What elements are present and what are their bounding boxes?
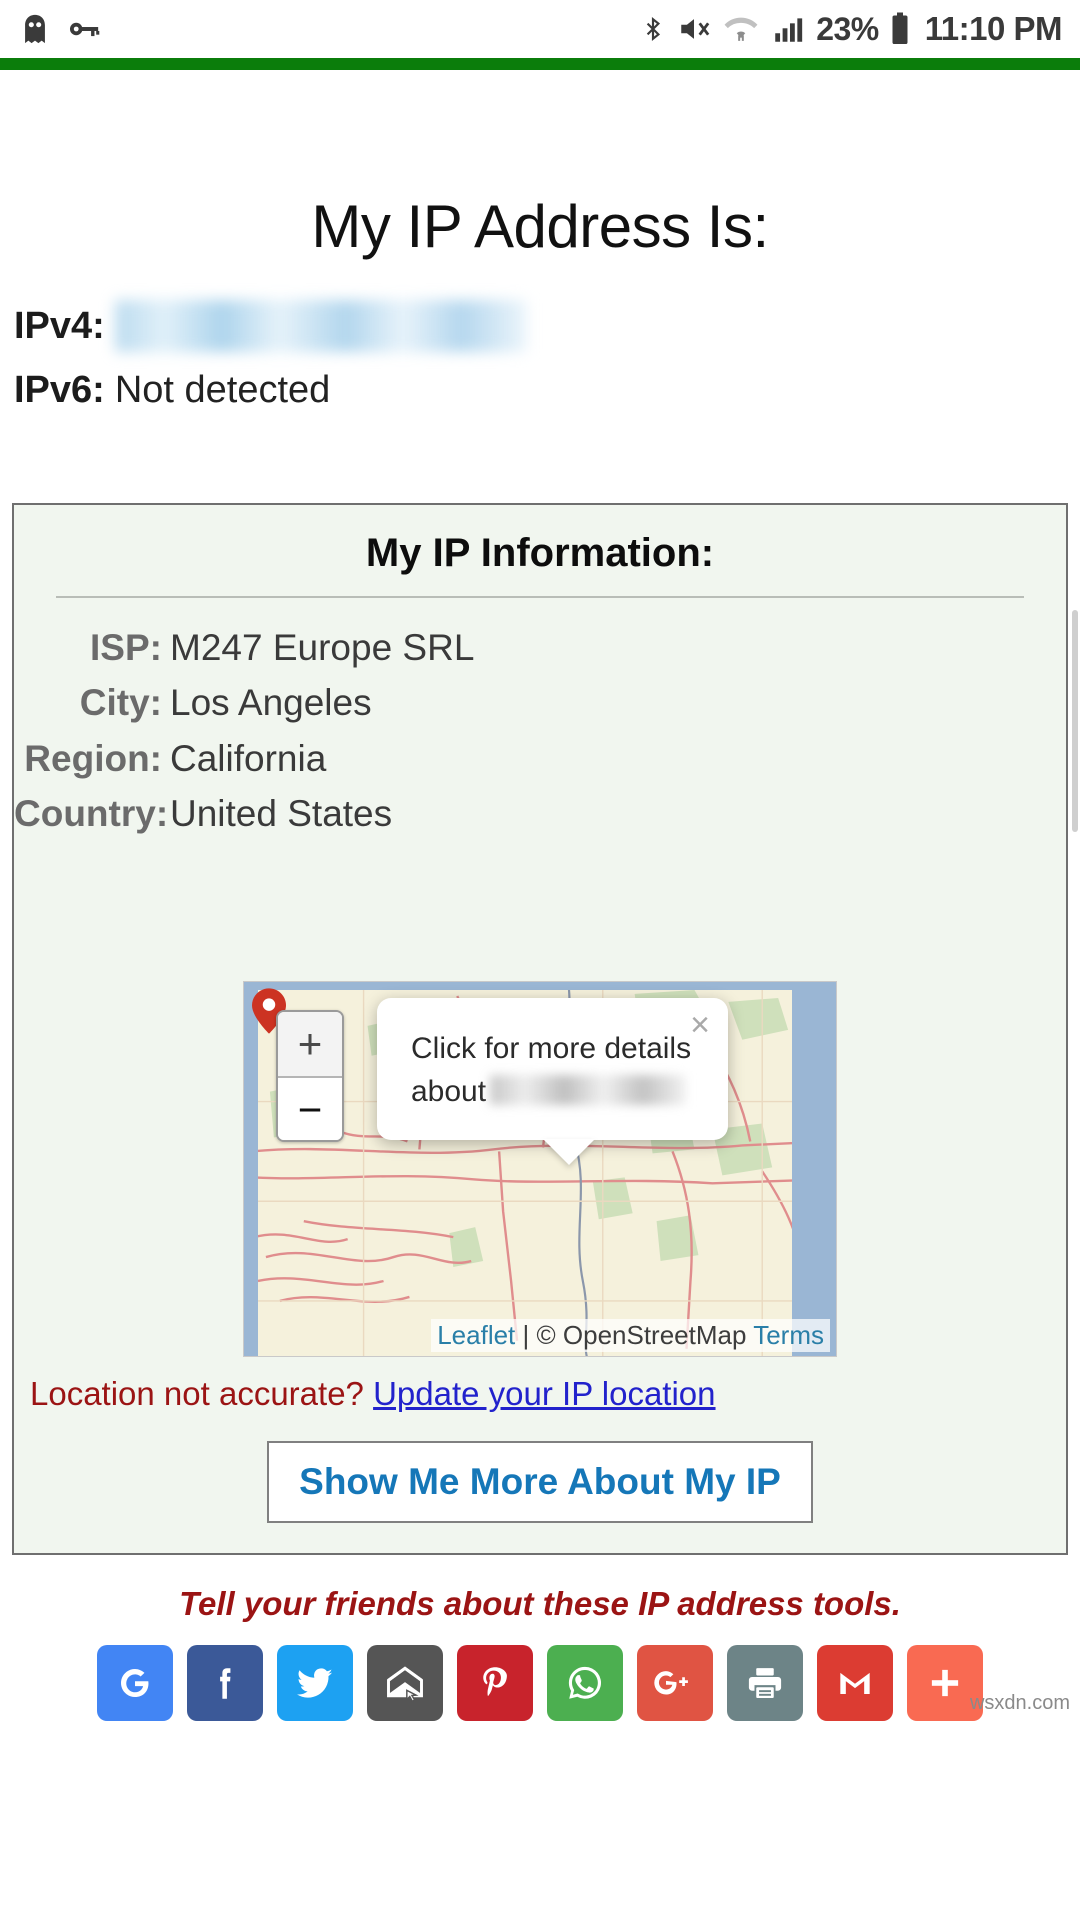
osm-label: OpenStreetMap [562, 1320, 747, 1351]
map-popup[interactable]: × Click for more details about [377, 998, 728, 1165]
googleplus-share-button[interactable] [637, 1645, 713, 1722]
popup-text: Click for more details about [411, 1028, 698, 1113]
leaflet-link[interactable]: Leaflet [437, 1320, 515, 1350]
map-zoom-controls[interactable]: + − [276, 1010, 344, 1143]
popup-line2: about [411, 1075, 487, 1109]
share-buttons-row [0, 1645, 1080, 1722]
city-value: Los Angeles [170, 682, 372, 724]
info-row-isp: ISP: M247 Europe SRL [14, 620, 1066, 675]
ip-information-heading: My IP Information: [365, 531, 715, 575]
email-share-button[interactable] [367, 1645, 443, 1722]
city-label: City: [79, 682, 162, 724]
google-share-button[interactable] [97, 1645, 173, 1722]
isp-label: ISP: [90, 627, 162, 668]
googleplus-icon [654, 1671, 688, 1695]
bluetooth-icon [647, 16, 661, 42]
map-attribution: Leaflet | © OpenStreetMap Terms [431, 1319, 830, 1353]
region-label: Region: [24, 737, 162, 779]
google-icon [121, 1669, 149, 1698]
location-map[interactable]: + − × Click for more details about Leafl… [243, 981, 837, 1358]
status-bar-left-icons [18, 12, 102, 46]
location-notice-text: Location not accurate? [30, 1375, 364, 1413]
ipv4-value-blurred [114, 300, 527, 352]
popup-tail [543, 1138, 595, 1165]
print-share-button[interactable] [727, 1645, 803, 1722]
map-water-top [244, 982, 836, 991]
location-notice: Location not accurate? Update your IP lo… [14, 1357, 1066, 1413]
map-water-left [244, 982, 258, 1357]
info-row-region: Region: California [14, 731, 1066, 786]
printer-icon [748, 1668, 782, 1699]
battery-percent-label: 23% [816, 10, 879, 47]
attribution-separator: | © [515, 1320, 563, 1351]
mute-icon [681, 19, 710, 39]
country-label: Country: [14, 793, 169, 835]
email-icon [387, 1666, 423, 1703]
whatsapp-share-button[interactable] [547, 1645, 623, 1722]
facebook-icon [220, 1668, 231, 1700]
info-row-country: Country: United States [14, 786, 1066, 841]
pinterest-icon [483, 1667, 507, 1697]
status-bar-right-icons: 23% 11:10 PM [640, 10, 1063, 48]
twitter-icon [296, 1668, 333, 1699]
more-button-container: Show Me More About My IP [14, 1441, 1066, 1524]
isp-value: M247 Europe SRL [170, 627, 475, 668]
page-title: My IP Address Is: [311, 193, 769, 260]
key-icon [69, 22, 100, 37]
signal-icon [775, 18, 803, 42]
zoom-in-button[interactable]: + [278, 1012, 342, 1077]
ipv6-row: IPv6: Not detected [0, 361, 1080, 419]
popup-blurred-ip [490, 1075, 687, 1106]
battery-icon [892, 12, 908, 44]
facebook-share-button[interactable] [187, 1645, 263, 1722]
status-bar-clock: 11:10 PM [924, 10, 1063, 47]
close-icon[interactable]: × [690, 1008, 710, 1042]
popup-line1: Click for more details [411, 1032, 692, 1066]
green-accent-bar [0, 58, 1080, 70]
ghost-icon [25, 14, 45, 44]
show-more-about-ip-button[interactable]: Show Me More About My IP [267, 1441, 813, 1524]
watermark: wsxdn.com [969, 1692, 1070, 1715]
ipv4-row: IPv4: [0, 297, 1080, 355]
gmail-icon [840, 1673, 870, 1695]
page-scrollbar[interactable] [1072, 610, 1078, 832]
page-content: My IP Address Is: IPv4: IPv6: Not detect… [0, 192, 1080, 1722]
region-value: California [170, 737, 327, 779]
pinterest-share-button[interactable] [457, 1645, 533, 1722]
info-row-city: City: Los Angeles [14, 675, 1066, 730]
country-value: United States [170, 793, 393, 835]
ip-information-panel: My IP Information: ISP: M247 Europe SRL … [12, 503, 1068, 1556]
wifi-icon [724, 17, 758, 41]
gmail-share-button[interactable] [817, 1645, 893, 1722]
update-ip-location-link[interactable]: Update your IP location [373, 1375, 715, 1412]
plus-icon [931, 1670, 959, 1697]
ipv4-label: IPv4: [14, 304, 105, 347]
twitter-share-button[interactable] [277, 1645, 353, 1722]
share-tagline: Tell your friends about these IP address… [179, 1585, 901, 1623]
zoom-out-button[interactable]: − [278, 1076, 342, 1141]
whatsapp-icon [568, 1667, 602, 1700]
status-bar: 23% 11:10 PM [0, 0, 1080, 58]
terms-link[interactable]: Terms [753, 1320, 824, 1350]
ipv6-value: Not detected [114, 368, 331, 411]
map-water-right [792, 982, 836, 1357]
panel-divider [56, 596, 1024, 598]
ipv6-label: IPv6: [14, 368, 105, 411]
